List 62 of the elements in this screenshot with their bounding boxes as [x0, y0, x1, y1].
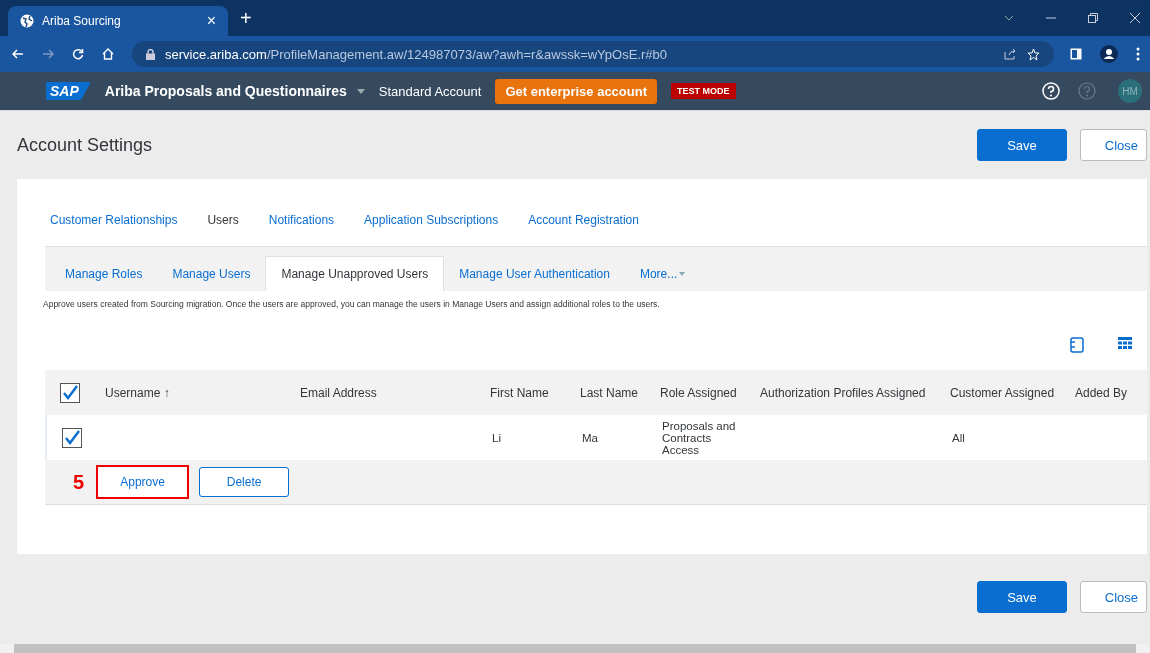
profile-icon[interactable]: [1100, 45, 1118, 63]
caret-icon: [356, 88, 365, 94]
subtab[interactable]: Manage Users: [157, 257, 266, 291]
column-header[interactable]: First Name: [490, 385, 549, 400]
back-icon[interactable]: [12, 48, 24, 60]
test-mode-badge: TEST MODE: [671, 83, 736, 99]
reload-icon[interactable]: [72, 48, 84, 60]
subtab[interactable]: More...: [624, 257, 701, 291]
star-icon[interactable]: [1027, 47, 1040, 61]
column-header[interactable]: Last Name: [580, 385, 639, 400]
chevron-down-icon[interactable]: [1004, 15, 1014, 21]
page-title: Account Settings: [17, 134, 153, 156]
tab[interactable]: Users: [207, 213, 239, 246]
column-header[interactable]: Added By: [1075, 385, 1128, 400]
tab[interactable]: Notifications: [268, 213, 335, 246]
address-field[interactable]: service.ariba.com/ProfileManagement.aw/124987073/aw?awh=r&awssk=wYpOsE.r#b0: [132, 41, 1054, 67]
tab[interactable]: Account Registration: [528, 213, 639, 246]
sap-logo[interactable]: SAP: [46, 82, 91, 100]
more-icon[interactable]: [1136, 47, 1140, 61]
delete-button[interactable]: Delete: [199, 467, 290, 497]
subtab[interactable]: Manage User Authentication: [444, 257, 625, 291]
table-icon[interactable]: [1118, 337, 1132, 349]
tab-title: Ariba Sourcing: [42, 14, 122, 28]
restore-icon[interactable]: [1088, 13, 1098, 23]
horizontal-scrollbar[interactable]: [0, 644, 1150, 653]
save-button[interactable]: Save: [977, 129, 1067, 161]
close-icon[interactable]: [1130, 13, 1140, 23]
approve-button[interactable]: Approve: [96, 465, 190, 499]
close-button[interactable]: Close: [1080, 581, 1147, 613]
side-panel-icon[interactable]: [1070, 48, 1082, 60]
save-button[interactable]: Save: [977, 581, 1067, 613]
forward-icon[interactable]: [42, 48, 54, 60]
select-all-checkbox[interactable]: [60, 382, 80, 403]
tab[interactable]: Customer Relationships: [50, 213, 178, 246]
subtab[interactable]: Manage Unapproved Users: [265, 256, 445, 291]
table-cell-text: Proposals and Contracts Access: [662, 419, 737, 456]
column-header[interactable]: Authorization Profiles Assigned: [760, 385, 926, 400]
row-checkbox[interactable]: [62, 427, 82, 448]
product-menu[interactable]: Ariba Proposals and Questionnaires: [104, 83, 365, 99]
caret-icon: [679, 272, 686, 276]
table-cell: All: [952, 431, 965, 444]
home-icon[interactable]: [102, 48, 114, 60]
column-header[interactable]: Email Address: [300, 385, 377, 400]
upgrade-button[interactable]: Get enterprise account: [495, 78, 657, 104]
column-header[interactable]: Role Assigned: [660, 385, 737, 400]
column-header[interactable]: Customer Assigned: [950, 385, 1055, 400]
account-type: Standard Account: [378, 83, 482, 99]
step-number: 5: [73, 470, 85, 494]
lock-icon: [146, 48, 155, 60]
browser-tab[interactable]: Ariba Sourcing ×: [8, 6, 228, 36]
column-settings-icon[interactable]: [1070, 337, 1084, 353]
table-cell: Li: [492, 431, 501, 444]
tab[interactable]: Application Subscriptions: [364, 213, 499, 246]
close-button[interactable]: Close: [1080, 129, 1147, 161]
globe-icon: [20, 14, 34, 28]
table-cell: Ma: [582, 431, 598, 444]
subtab[interactable]: Manage Roles: [50, 257, 158, 291]
column-header[interactable]: Username ↑: [105, 385, 170, 400]
share-icon[interactable]: [1004, 48, 1017, 60]
close-tab-button[interactable]: ×: [206, 12, 216, 30]
new-tab-button[interactable]: +: [240, 6, 252, 30]
description-text: Approve users created from Sourcing migration. Once the users are approved, you can manage the users in Manage Users and assign additional roles to the users.: [43, 298, 661, 309]
